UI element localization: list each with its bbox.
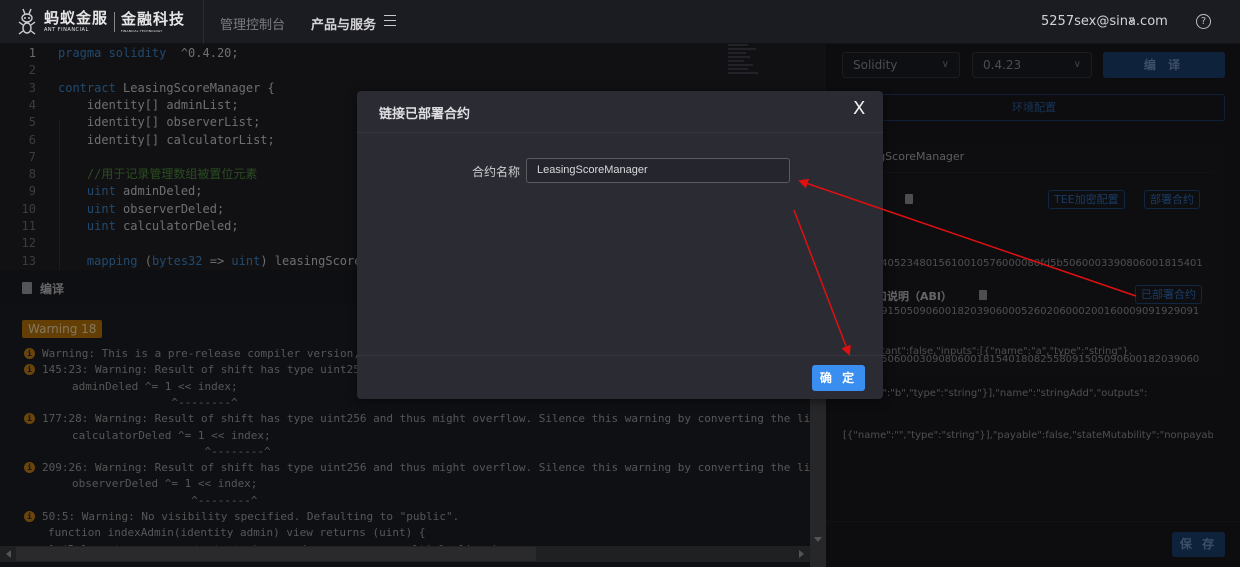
logo[interactable]: 蚂蚁金服 ANT FINANCIAL 金融科技 FINANCIAL TECHNO… [16, 6, 185, 38]
contract-name-input[interactable]: LeasingScoreManager [526, 158, 790, 183]
contract-name-label: 合约名称 [472, 165, 521, 179]
logo-sub-cn: 金融科技 [121, 9, 186, 28]
logo-brand-en: ANT FINANCIAL [44, 27, 89, 33]
nav-console[interactable]: 管理控制台 [220, 14, 285, 33]
modal-title: 链接已部署合约 [379, 107, 471, 122]
logo-brand-cn: 蚂蚁金服 [44, 9, 109, 27]
chevron-down-icon[interactable]: ∨ [1128, 15, 1135, 26]
divider [357, 132, 883, 133]
logo-sub-en: FINANCIAL TECHNOLOGY [121, 28, 163, 33]
app-root: 蚂蚁金服 ANT FINANCIAL 金融科技 FINANCIAL TECHNO… [0, 0, 1240, 567]
top-header: 蚂蚁金服 ANT FINANCIAL 金融科技 FINANCIAL TECHNO… [0, 0, 1240, 44]
nav-products[interactable]: 产品与服务 [311, 14, 376, 33]
logo-separator [114, 12, 116, 32]
help-icon[interactable]: ? [1196, 14, 1211, 29]
confirm-button[interactable]: 确 定 [812, 365, 865, 391]
divider [357, 355, 883, 356]
nav-divider [203, 0, 204, 44]
link-contract-modal: 链接已部署合约 X 合约名称 LeasingScoreManager 确 定 [357, 91, 883, 399]
menu-icon[interactable] [384, 15, 396, 26]
ant-logo-icon [16, 7, 38, 37]
user-email[interactable]: 5257sex@sina.com [1041, 14, 1168, 29]
close-icon[interactable]: X [853, 99, 865, 119]
